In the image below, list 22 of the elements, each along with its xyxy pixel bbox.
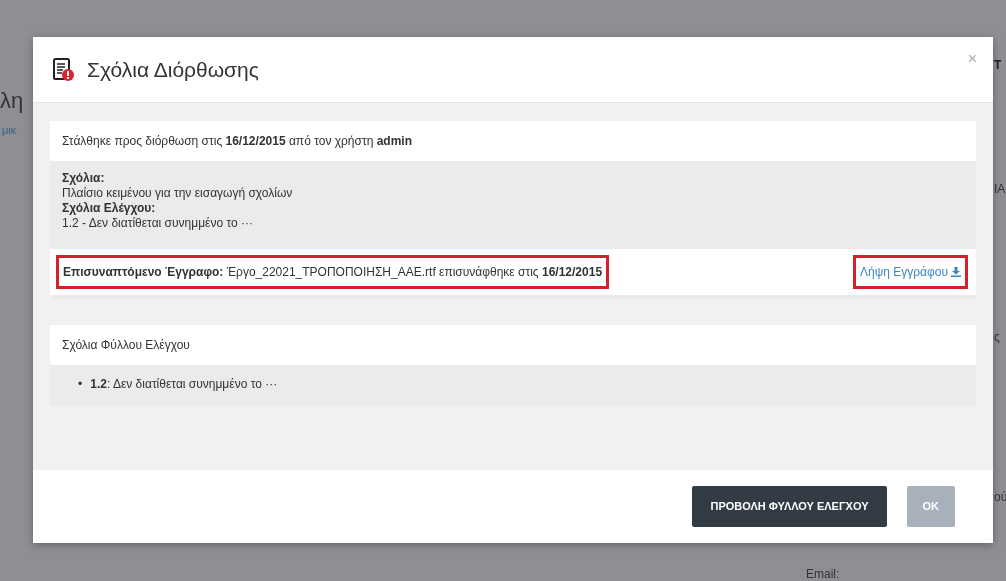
comments-text: Πλαίσιο κειμένου για την εισαγωγή σχολίων	[62, 186, 294, 201]
download-icon	[951, 267, 961, 277]
review-text: 1.2 - Δεν διατίθεται συνημμένο το ···	[62, 216, 254, 232]
document-alert-icon	[53, 57, 75, 82]
background-text: Τ	[994, 57, 1002, 74]
dialog-title: Σχόλια Διόρθωσης	[87, 56, 259, 83]
comments-label: Σχόλια:	[62, 171, 106, 186]
download-link[interactable]: Λήψη Εγγράφου	[852, 255, 968, 289]
background-text: Email:	[806, 566, 840, 581]
background-text: ού	[994, 489, 1006, 506]
background-text: ς	[994, 329, 1000, 346]
bullet-marker: •	[78, 377, 83, 392]
review-label: Σχόλια Ελέγχου:	[62, 201, 157, 216]
background-text: μικ	[2, 123, 17, 138]
panel-header: Στάλθηκε προς διόρθωση στις 16/12/2015 από τον χρήστη admin	[50, 121, 976, 161]
background-text: λη	[0, 87, 24, 115]
close-button[interactable]: ×	[967, 51, 977, 67]
view-checklist-button[interactable]: ΠΡΟΒΟΛΗ ΦΥΛΛΟΥ ΕΛΕΓΧΟΥ	[692, 486, 887, 527]
checklist-item: 1.2: Δεν διατίθεται συνημμένο το ···	[90, 377, 278, 392]
panel-header: Σχόλια Φύλλου Ελέγχου	[50, 325, 976, 365]
background-text: ΙΑ	[994, 181, 1006, 198]
attachment-text: Επισυναπτόμενο Έγγραφο: Έργο_22021_ΤΡΟΠΟΠΟΙΗΣΗ_ΑΑΕ.rtf επισυνάφθηκε στις 16/12/2015	[56, 255, 610, 289]
